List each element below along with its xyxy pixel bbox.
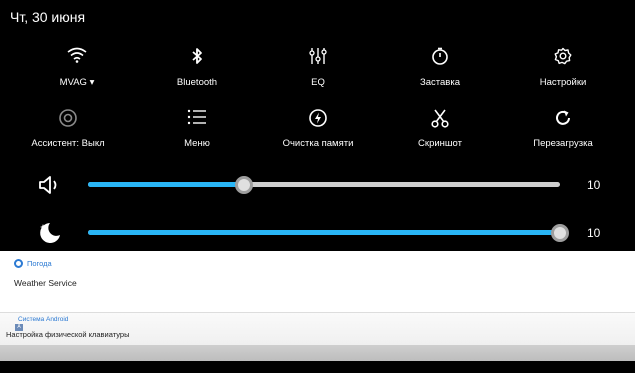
clean-memory-icon <box>263 108 373 130</box>
date-label: Чт, 30 июня <box>10 9 86 25</box>
tile-assistant-label: Ассистент: Выкл <box>31 138 105 149</box>
tile-wifi[interactable]: MVAG ▾ <box>22 47 132 88</box>
notification-weather-app: Погода <box>14 259 52 268</box>
tile-screenshot-label: Скриншот <box>418 138 462 149</box>
notification-android-title: Настройка физической клавиатуры <box>6 330 130 339</box>
tile-menu-label: Меню <box>184 138 210 149</box>
assistant-icon <box>8 108 128 130</box>
wifi-icon <box>22 47 132 69</box>
screensaver-icon <box>385 47 495 69</box>
scissors-icon <box>385 108 495 130</box>
tile-settings-label: Настройки <box>539 77 587 88</box>
brightness-track-fill <box>88 230 560 235</box>
bottom-bar <box>0 361 635 373</box>
tile-clean-memory[interactable]: Очистка памяти <box>263 108 373 149</box>
brightness-value: 10 <box>587 226 601 240</box>
tile-screenshot[interactable]: Скриншот <box>385 108 495 149</box>
tile-screensaver-label: Заставка <box>420 77 460 88</box>
tile-restart-label: Перезагрузка <box>533 138 593 149</box>
tile-restart[interactable]: Перезагрузка <box>508 108 618 149</box>
speaker-icon <box>37 172 63 198</box>
equalizer-icon <box>263 47 373 69</box>
weather-app-icon <box>14 259 23 268</box>
tile-screensaver[interactable]: Заставка <box>385 47 495 88</box>
settings-gear-icon <box>508 47 618 69</box>
notification-weather-app-name: Погода <box>27 259 52 268</box>
notification-weather-title: Weather Service <box>14 278 77 288</box>
notification-weather[interactable]: Погода Weather Service <box>0 251 635 313</box>
tile-menu[interactable]: Меню <box>142 108 252 149</box>
tile-eq[interactable]: EQ <box>263 47 373 88</box>
tile-settings[interactable]: Настройки <box>508 47 618 88</box>
volume-slider-row: 10 <box>0 170 635 200</box>
menu-icon <box>142 108 252 130</box>
volume-value: 10 <box>587 178 601 192</box>
tile-bluetooth-label: Bluetooth <box>176 77 218 88</box>
tile-wifi-label: MVAG ▾ <box>59 77 95 88</box>
brightness-thumb[interactable] <box>551 224 569 242</box>
volume-thumb[interactable] <box>235 176 253 194</box>
tile-bluetooth[interactable]: Bluetooth <box>142 47 252 88</box>
notification-android-app-name: Система Android <box>18 316 69 323</box>
brightness-slider-row: 10 <box>0 218 635 248</box>
volume-track-fill <box>88 182 244 187</box>
tile-eq-label: EQ <box>311 77 325 88</box>
moon-icon <box>37 220 63 246</box>
bluetooth-icon <box>142 47 252 69</box>
quick-settings-panel: Чт, 30 июня MVAG ▾ Bluetooth EQ Заставка… <box>0 0 635 251</box>
restart-icon <box>508 108 618 130</box>
tile-assistant[interactable]: Ассистент: Выкл <box>8 108 128 149</box>
tile-clean-memory-label: Очистка памяти <box>282 138 354 149</box>
bottom-band <box>0 345 635 361</box>
notification-android[interactable]: Система Android A Настройка физической к… <box>0 313 635 345</box>
